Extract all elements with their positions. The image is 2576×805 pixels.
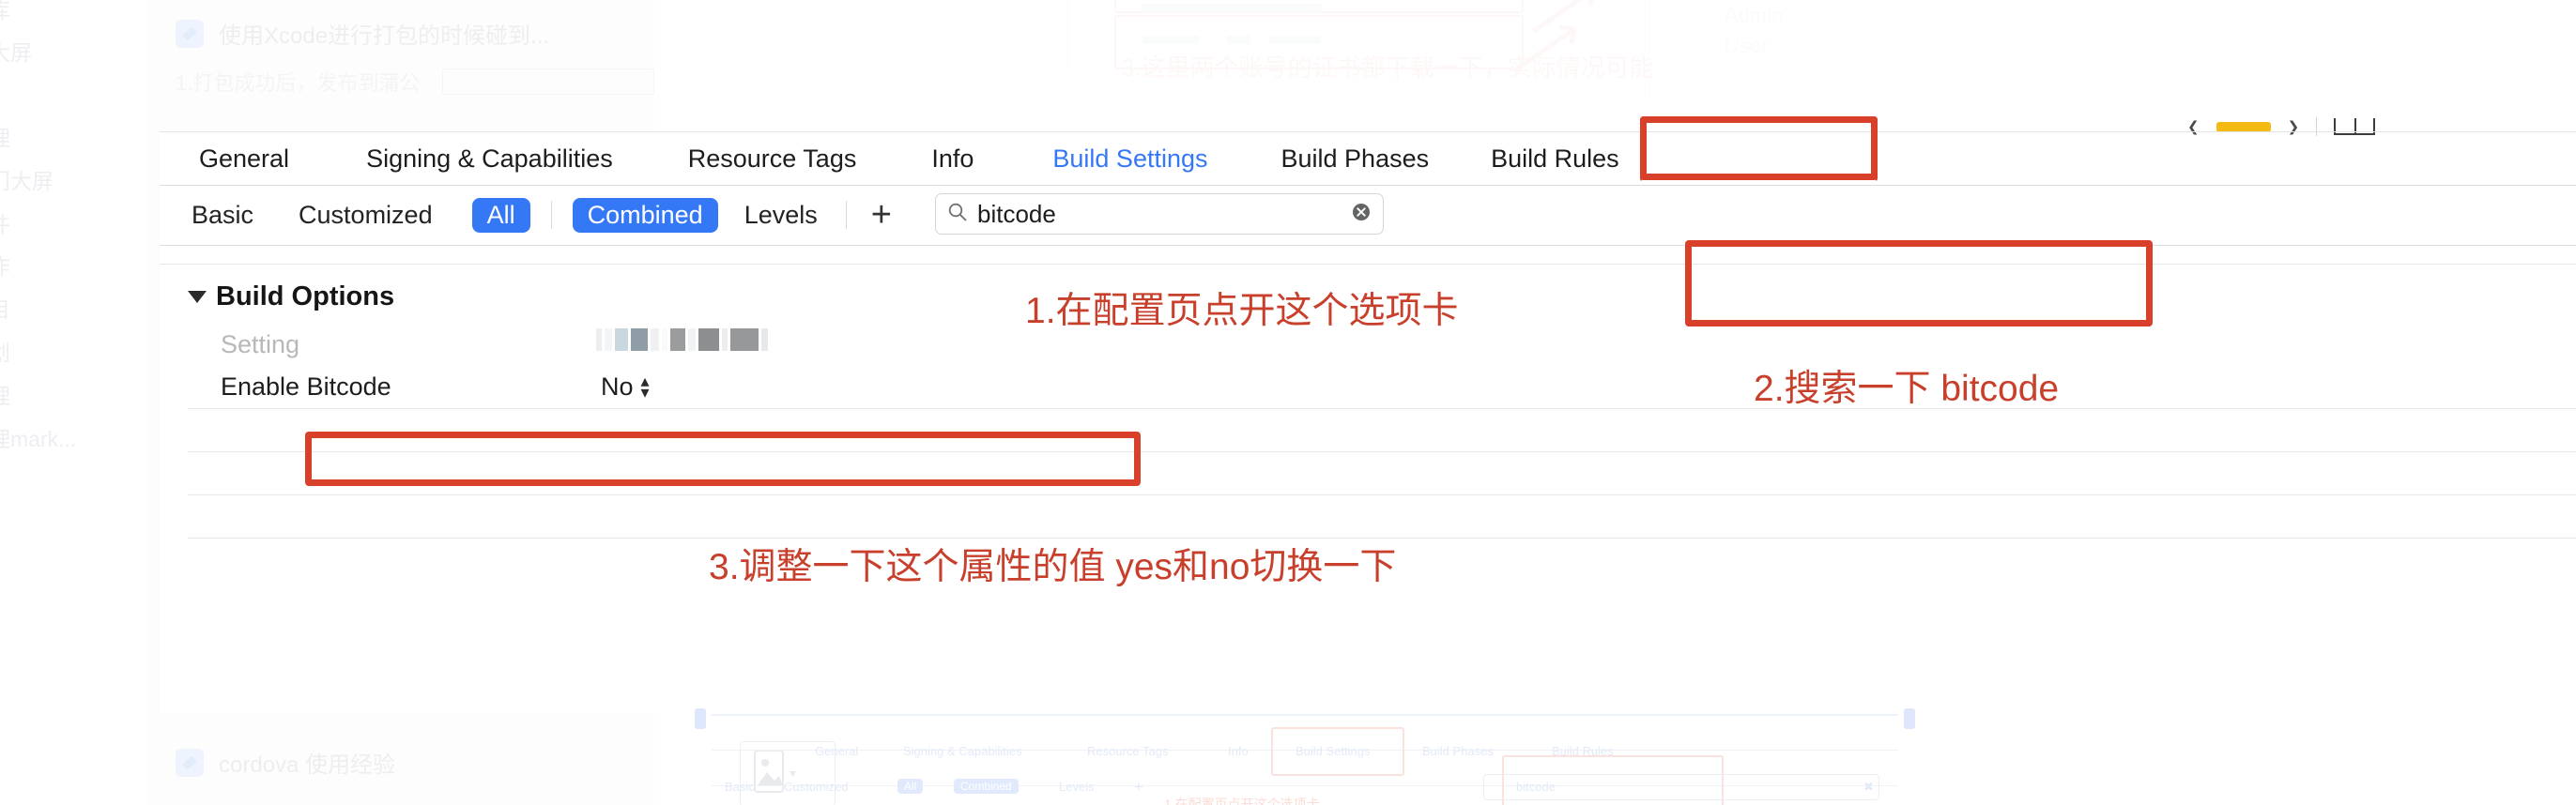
note-sidebar[interactable]: 组件库 理云大屏 商 术整理 融部门大屏 票软件 日工作 上项目 鹰计划 题整理…: [0, 0, 148, 805]
stepper-icon[interactable]: ▴ ▾: [641, 372, 650, 400]
tab-build-settings[interactable]: Build Settings: [1052, 144, 1207, 174]
filter-levels[interactable]: Levels: [744, 201, 818, 230]
column-header-setting: Setting: [221, 330, 300, 358]
note-card-header: 使用Xcode进行打包的时候碰到...: [147, 17, 654, 50]
note-snippet: 1.打包成功后，发布到蒲公: [176, 71, 421, 95]
thumbnail-clear-icon[interactable]: ✖: [1863, 780, 1874, 795]
sidebar-item-0[interactable]: 组件库: [0, 0, 147, 24]
section-divider: [160, 264, 2576, 265]
filter-basic[interactable]: Basic: [192, 201, 253, 230]
setting-value-text: No: [601, 372, 634, 401]
note-snippet-ghost-box: [442, 68, 654, 95]
list-item[interactable]: cordova 使用经验: [147, 746, 654, 779]
setting-value-enable-bitcode[interactable]: No ▴ ▾: [601, 372, 650, 402]
note-card-header: cordova 使用经验: [147, 746, 654, 779]
section-title: Build Options: [216, 281, 395, 311]
filterbar-divider: [160, 245, 2576, 246]
sidebar-item-4[interactable]: 融部门大屏: [0, 163, 147, 195]
list-item[interactable]: 使用Xcode进行打包的时候碰到... 1.打包成功后，发布到蒲公: [147, 17, 654, 97]
ghost-annotation: 3.这里两个账号的证书都下载一下，实际情况可能: [1121, 53, 1654, 82]
thumbnail-filter-levels[interactable]: Levels: [1059, 780, 1095, 794]
sidebar-item-6[interactable]: 日工作: [0, 249, 147, 281]
xcode-tabbar: General Signing & Capabilities Resource …: [160, 131, 2576, 185]
thumbnail-tab-general[interactable]: General: [815, 744, 858, 758]
thumbnail-add-button[interactable]: +: [1134, 778, 1143, 797]
ghost-user-name: User: [1725, 34, 1769, 57]
setting-name-enable-bitcode: Enable Bitcode: [221, 372, 391, 401]
chevron-down-icon[interactable]: [188, 291, 207, 303]
tab-signing-capabilities[interactable]: Signing & Capabilities: [366, 144, 613, 174]
sidebar-item-3[interactable]: 术整理: [0, 120, 147, 152]
sidebar-item-8[interactable]: 鹰计划: [0, 335, 147, 367]
callout-box-search-field: [1685, 240, 2153, 327]
thumbnail-tab-info[interactable]: Info: [1228, 744, 1249, 758]
sidebar-item-10[interactable]: 题整理mark...: [0, 421, 147, 453]
thumbnail-resize-handle-left[interactable]: [695, 708, 706, 729]
redacted-target-columns: [596, 327, 768, 351]
sidebar-item-2[interactable]: 商: [0, 78, 147, 110]
filter-combined[interactable]: Combined: [572, 197, 718, 233]
thumbnail-filter-basic[interactable]: Basic: [725, 780, 755, 794]
search-field[interactable]: bitcode: [935, 193, 1384, 235]
annotation-step-3: 3.调整一下这个属性的值 yes和no切换一下: [709, 547, 1397, 587]
filter-customized[interactable]: Customized: [299, 201, 433, 230]
ghost-user-admin: Admin: [1725, 4, 1784, 27]
thumbnail-annotation: 1.在配置页点开这个选项卡: [1164, 797, 1320, 805]
warning-badge[interactable]: [2216, 121, 2271, 132]
annotation-step-1: 1.在配置页点开这个选项卡: [1025, 291, 1459, 331]
callout-box-enable-bitcode-row: [305, 432, 1141, 486]
thumbnail-tab-resource-tags[interactable]: Resource Tags: [1087, 744, 1168, 758]
tab-general[interactable]: General: [199, 144, 289, 174]
thumbnail-filter-customized[interactable]: Customized: [784, 780, 849, 794]
add-setting-button[interactable]: +: [871, 197, 892, 233]
tab-resource-tags[interactable]: Resource Tags: [688, 144, 857, 174]
search-icon: [947, 202, 968, 227]
thumbnail-tab-build-phases[interactable]: Build Phases: [1422, 744, 1494, 758]
thumbnail-filter-combined[interactable]: Combined: [954, 779, 1019, 794]
sidebar-item-1[interactable]: 理云大屏: [0, 35, 147, 67]
section-build-options[interactable]: Build Options: [188, 281, 394, 312]
tab-info[interactable]: Info: [931, 144, 974, 174]
table-row[interactable]: [188, 495, 2576, 539]
thumbnail-frame: General Signing & Capabilities Resource …: [695, 708, 1915, 805]
sidebar-item-9[interactable]: 题整理: [0, 378, 147, 410]
sidebar-item-7[interactable]: 上项目: [0, 292, 147, 324]
thumbnail-filter-all[interactable]: All: [897, 779, 924, 794]
annotation-step-2: 2.搜索一下 bitcode: [1754, 369, 2060, 409]
note-snippet-row: 1.打包成功后，发布到蒲公: [147, 67, 654, 97]
sidebar-item-5[interactable]: 票软件: [0, 206, 147, 238]
thumbnail-callout-build-settings: [1271, 727, 1404, 776]
thumbnail-resize-handle-right[interactable]: [1904, 708, 1915, 729]
embedded-screenshot-thumbnail[interactable]: General Signing & Capabilities Resource …: [695, 708, 1915, 805]
tab-build-rules[interactable]: Build Rules: [1491, 144, 1619, 174]
thumbnail-top-rule: [712, 714, 1898, 716]
clear-icon[interactable]: [1351, 202, 1372, 227]
filter-divider-1: [550, 201, 552, 229]
tab-build-phases[interactable]: Build Phases: [1281, 144, 1430, 174]
note-title: 使用Xcode进行打包的时候碰到...: [219, 23, 550, 49]
note-icon: [176, 748, 204, 777]
filter-all[interactable]: All: [471, 197, 530, 233]
xcode-build-settings-screenshot: ❮ ❯ General Signing & Capabilities Resou…: [160, 117, 2576, 713]
search-input[interactable]: bitcode: [977, 200, 1351, 229]
note-title: cordova 使用经验: [219, 752, 396, 778]
callout-box-build-settings-tab-outline: [1640, 116, 1878, 180]
thumbnail-callout-search: [1502, 755, 1724, 805]
thumbnail-tab-signing-capabilities[interactable]: Signing & Capabilities: [903, 744, 1021, 758]
table-row[interactable]: Enable Bitcode No ▴ ▾: [188, 366, 2576, 409]
note-icon: [176, 19, 204, 48]
filter-divider-2: [845, 201, 847, 229]
